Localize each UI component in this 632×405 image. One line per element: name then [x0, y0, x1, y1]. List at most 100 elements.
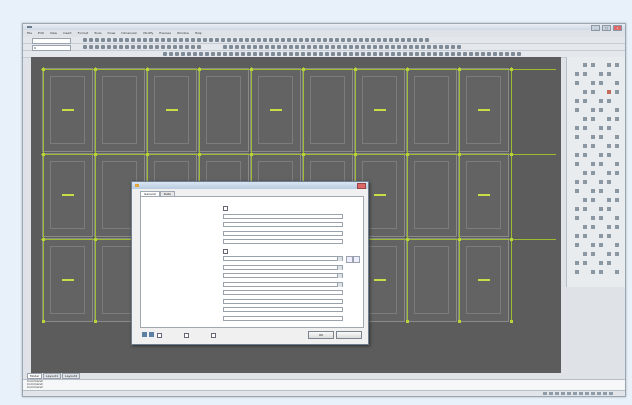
- toolbar-tool-icon[interactable]: [269, 38, 273, 42]
- toolbar-tool-icon[interactable]: [319, 45, 323, 49]
- toolbar-tool-icon[interactable]: [307, 52, 311, 56]
- toolbar-tool-icon[interactable]: [511, 52, 515, 56]
- toolbar-tool-icon[interactable]: [287, 38, 291, 42]
- toolbar-tool-icon[interactable]: [193, 52, 197, 56]
- palette-tool-icon[interactable]: [591, 189, 595, 193]
- palette-tool-icon[interactable]: [615, 171, 619, 175]
- menu-dimension[interactable]: Dimension: [121, 31, 137, 36]
- menu-view[interactable]: View: [50, 31, 57, 36]
- menu-insert[interactable]: Insert: [63, 31, 72, 36]
- palette-tool-icon[interactable]: [583, 225, 587, 229]
- pick-icon[interactable]: [142, 332, 147, 337]
- menu-tools[interactable]: Tools: [94, 31, 101, 36]
- grip-handle[interactable]: [406, 320, 409, 323]
- toolbar-tool-icon[interactable]: [341, 38, 345, 42]
- toolbar-tool-icon[interactable]: [203, 38, 207, 42]
- toolbar-tool-icon[interactable]: [457, 45, 461, 49]
- toolbar-tool-icon[interactable]: [323, 38, 327, 42]
- toolbar-tool-icon[interactable]: [415, 45, 419, 49]
- toolbar-tool-icon[interactable]: [185, 45, 189, 49]
- toolbar-tool-icon[interactable]: [289, 45, 293, 49]
- palette-tool-icon[interactable]: [607, 198, 611, 202]
- grip-handle[interactable]: [406, 68, 409, 71]
- toolbar-tool-icon[interactable]: [263, 38, 267, 42]
- toolbar-tool-icon[interactable]: [385, 52, 389, 56]
- toolbar-tool-icon[interactable]: [83, 45, 87, 49]
- toolbar-tool-icon[interactable]: [347, 38, 351, 42]
- palette-tool-icon[interactable]: [591, 81, 595, 85]
- palette-tool-icon[interactable]: [575, 108, 579, 112]
- toolbar-tool-icon[interactable]: [355, 45, 359, 49]
- toolbar-tool-icon[interactable]: [217, 52, 221, 56]
- grip-handle[interactable]: [354, 153, 357, 156]
- toolbar-tool-icon[interactable]: [353, 38, 357, 42]
- drawing-panel[interactable]: [458, 153, 509, 237]
- palette-tool-icon[interactable]: [615, 108, 619, 112]
- toolbar-tool-icon[interactable]: [319, 52, 323, 56]
- grip-handle[interactable]: [406, 238, 409, 241]
- grip-handle[interactable]: [94, 320, 97, 323]
- palette-tool-icon[interactable]: [575, 234, 579, 238]
- toolbar-tool-icon[interactable]: [439, 45, 443, 49]
- toolbar-tool-icon[interactable]: [349, 52, 353, 56]
- toolbar-tool-icon[interactable]: [235, 52, 239, 56]
- toolbar-tool-icon[interactable]: [329, 38, 333, 42]
- toolbar-tool-icon[interactable]: [385, 45, 389, 49]
- palette-tool-icon[interactable]: [599, 261, 603, 265]
- toolbar-tool-icon[interactable]: [427, 45, 431, 49]
- toolbar-tool-icon[interactable]: [113, 38, 117, 42]
- toolbar-tool-icon[interactable]: [209, 38, 213, 42]
- property-input[interactable]: [223, 239, 343, 244]
- toolbar-tool-icon[interactable]: [179, 38, 183, 42]
- toolbar-tool-icon[interactable]: [421, 52, 425, 56]
- grip-handle[interactable]: [146, 153, 149, 156]
- status-toggle-icon[interactable]: [597, 392, 601, 395]
- toolbar-tool-icon[interactable]: [299, 38, 303, 42]
- palette-tool-icon[interactable]: [591, 162, 595, 166]
- palette-tool-icon[interactable]: [575, 216, 579, 220]
- toolbar-tool-icon[interactable]: [137, 38, 141, 42]
- toolbar-tool-icon[interactable]: [241, 45, 245, 49]
- toolbar-tool-icon[interactable]: [403, 45, 407, 49]
- toolbar-tool-icon[interactable]: [265, 45, 269, 49]
- toolbar-tool-icon[interactable]: [149, 38, 153, 42]
- toolbar-tool-icon[interactable]: [275, 38, 279, 42]
- toolbar-tool-icon[interactable]: [241, 52, 245, 56]
- palette-tool-icon[interactable]: [599, 162, 603, 166]
- palette-tool-icon[interactable]: [615, 63, 619, 67]
- toolbar-tool-icon[interactable]: [257, 38, 261, 42]
- toolbar-tool-icon[interactable]: [283, 45, 287, 49]
- palette-tool-icon[interactable]: [607, 153, 611, 157]
- menu-draw[interactable]: Draw: [108, 31, 116, 36]
- toolbar-tool-icon[interactable]: [191, 38, 195, 42]
- palette-tool-icon[interactable]: [575, 261, 579, 265]
- property-input[interactable]: [223, 230, 343, 236]
- property-browse-button[interactable]: [353, 256, 360, 263]
- toolbar-tool-icon[interactable]: [205, 52, 209, 56]
- palette-tool-icon[interactable]: [575, 99, 579, 103]
- palette-tool-icon[interactable]: [615, 81, 619, 85]
- palette-tool-icon[interactable]: [583, 126, 587, 130]
- toolbar-tool-icon[interactable]: [101, 45, 105, 49]
- toolbar-tool-icon[interactable]: [331, 52, 335, 56]
- toolbar-tool-icon[interactable]: [185, 38, 189, 42]
- property-input[interactable]: [223, 298, 343, 304]
- toolbar-tool-icon[interactable]: [407, 38, 411, 42]
- toolbar-tool-icon[interactable]: [293, 38, 297, 42]
- toolbar-tool-icon[interactable]: [259, 45, 263, 49]
- drawing-panel[interactable]: [42, 153, 93, 237]
- toolbar-tool-icon[interactable]: [277, 52, 281, 56]
- grip-handle[interactable]: [510, 68, 513, 71]
- toolbar-tool-icon[interactable]: [305, 38, 309, 42]
- toolbar-tool-icon[interactable]: [427, 52, 431, 56]
- palette-tool-icon[interactable]: [575, 162, 579, 166]
- palette-tool-icon[interactable]: [591, 63, 595, 67]
- property-checkbox[interactable]: [223, 248, 228, 254]
- palette-tool-icon[interactable]: [615, 144, 619, 148]
- toolbar-tool-icon[interactable]: [197, 45, 201, 49]
- toolbar-tool-icon[interactable]: [383, 38, 387, 42]
- toolbar-tool-icon[interactable]: [223, 52, 227, 56]
- property-dropdown[interactable]: [223, 256, 343, 261]
- palette-tool-icon[interactable]: [599, 207, 603, 211]
- toolbar-tool-icon[interactable]: [229, 45, 233, 49]
